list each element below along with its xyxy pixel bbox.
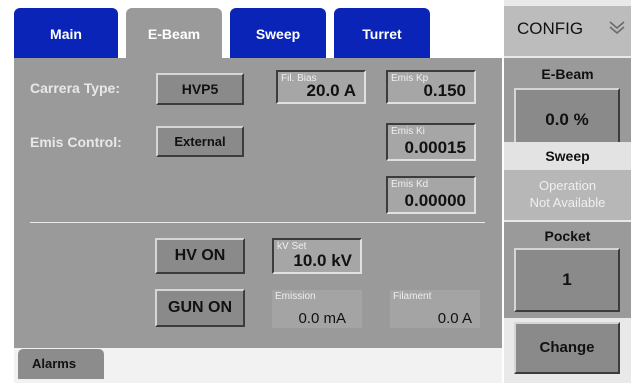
tab-ebeam[interactable]: E-Beam bbox=[126, 8, 222, 62]
config-menu[interactable]: CONFIG bbox=[504, 6, 631, 56]
emis-ki-field[interactable]: Emis Ki 0.00015 bbox=[386, 123, 476, 161]
pocket-button[interactable]: 1 bbox=[514, 248, 620, 312]
emis-kd-field[interactable]: Emis Kd 0.00000 bbox=[386, 176, 476, 214]
sweep-status-line2: Not Available bbox=[529, 195, 606, 210]
fil-bias-value: 20.0 A bbox=[306, 81, 356, 100]
emission-caption: Emission bbox=[275, 291, 316, 302]
sweep-status-line1: Operation bbox=[538, 178, 597, 193]
panel-divider bbox=[30, 222, 485, 223]
emis-kp-field[interactable]: Emis Kp 0.150 bbox=[386, 70, 476, 104]
filament-caption: Filament bbox=[393, 291, 432, 302]
emission-readout: Emission 0.0 mA bbox=[272, 290, 362, 328]
kv-set-value: 10.0 kV bbox=[293, 251, 352, 270]
hv-on-button[interactable]: HV ON bbox=[155, 238, 245, 274]
sweep-section: Sweep bbox=[504, 142, 631, 170]
config-label: CONFIG bbox=[517, 19, 584, 38]
tab-turret[interactable]: Turret bbox=[334, 8, 430, 62]
carrera-type-label: Carrera Type: bbox=[30, 80, 121, 96]
ebeam-section-header: E-Beam bbox=[541, 66, 594, 82]
emis-control-button[interactable]: External bbox=[156, 126, 244, 157]
sweep-section-header: Sweep bbox=[545, 148, 590, 164]
emis-kd-caption: Emis Kd bbox=[391, 179, 429, 190]
tab-sweep[interactable]: Sweep bbox=[230, 8, 326, 62]
pocket-section-header: Pocket bbox=[544, 228, 591, 244]
gun-on-button[interactable]: GUN ON bbox=[155, 289, 245, 327]
filament-readout: Filament 0.0 A bbox=[390, 290, 480, 328]
carrera-type-button[interactable]: HVP5 bbox=[156, 73, 244, 105]
emis-kp-value: 0.150 bbox=[423, 81, 466, 100]
emis-control-label: Emis Control: bbox=[30, 134, 122, 150]
emis-kd-value: 0.00000 bbox=[404, 191, 466, 210]
sweep-status: Operation Not Available bbox=[504, 170, 631, 220]
emission-value: 0.0 mA bbox=[298, 310, 346, 327]
kv-set-field[interactable]: kV Set 10.0 kV bbox=[272, 238, 362, 274]
emis-ki-value: 0.00015 bbox=[404, 138, 466, 157]
double-chevron-down-icon bbox=[609, 21, 625, 35]
filament-value: 0.0 A bbox=[437, 310, 472, 327]
fil-bias-field[interactable]: Fil. Bias 20.0 A bbox=[276, 70, 366, 104]
tab-main[interactable]: Main bbox=[14, 8, 118, 62]
emis-ki-caption: Emis Ki bbox=[391, 126, 425, 137]
alarms-tab[interactable]: Alarms bbox=[18, 349, 104, 379]
change-button[interactable]: Change bbox=[514, 322, 620, 374]
